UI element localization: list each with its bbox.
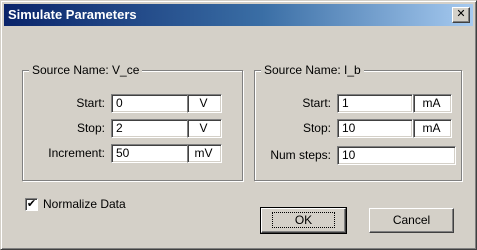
group-i-b-legend: Source Name: I_b	[261, 63, 364, 77]
close-icon: ✕	[456, 8, 466, 20]
v-ce-increment-input[interactable]: 50	[111, 144, 189, 163]
i-b-stop-unit: mA	[413, 119, 452, 138]
i-b-stop-input[interactable]: 10	[337, 119, 413, 138]
i-b-start-input[interactable]: 1	[337, 94, 413, 113]
i-b-start-unit: mA	[413, 94, 452, 113]
close-button[interactable]: ✕	[452, 7, 470, 23]
ok-button-label: OK	[271, 212, 336, 228]
check-mark-icon: ✔	[26, 198, 37, 210]
group-v-ce-legend: Source Name: V_ce	[29, 63, 143, 77]
i-b-start-label: Start:	[302, 96, 331, 110]
normalize-data-checkbox[interactable]: ✔	[25, 198, 38, 211]
v-ce-stop-unit: V	[187, 119, 222, 138]
ok-button[interactable]: OK	[260, 207, 347, 234]
v-ce-stop-label: Stop:	[76, 121, 105, 135]
normalize-data-label[interactable]: Normalize Data	[43, 197, 126, 211]
v-ce-increment-label: Increment:	[48, 146, 105, 160]
i-b-numsteps-input[interactable]: 10	[337, 146, 456, 165]
v-ce-stop-input[interactable]: 2	[111, 119, 189, 138]
window-title: Simulate Parameters	[8, 7, 137, 22]
v-ce-start-label: Start:	[76, 96, 105, 110]
v-ce-increment-unit: mV	[187, 144, 222, 163]
i-b-numsteps-label: Num steps:	[270, 148, 331, 162]
cancel-button[interactable]: Cancel	[369, 208, 454, 233]
title-bar[interactable]: Simulate Parameters ✕	[4, 4, 473, 26]
v-ce-start-input[interactable]: 0	[111, 94, 189, 113]
v-ce-start-unit: V	[187, 94, 222, 113]
i-b-stop-label: Stop:	[302, 121, 331, 135]
cancel-button-label: Cancel	[392, 213, 431, 227]
simulate-parameters-dialog: Simulate Parameters ✕ Source Name: V_ce …	[0, 0, 477, 250]
